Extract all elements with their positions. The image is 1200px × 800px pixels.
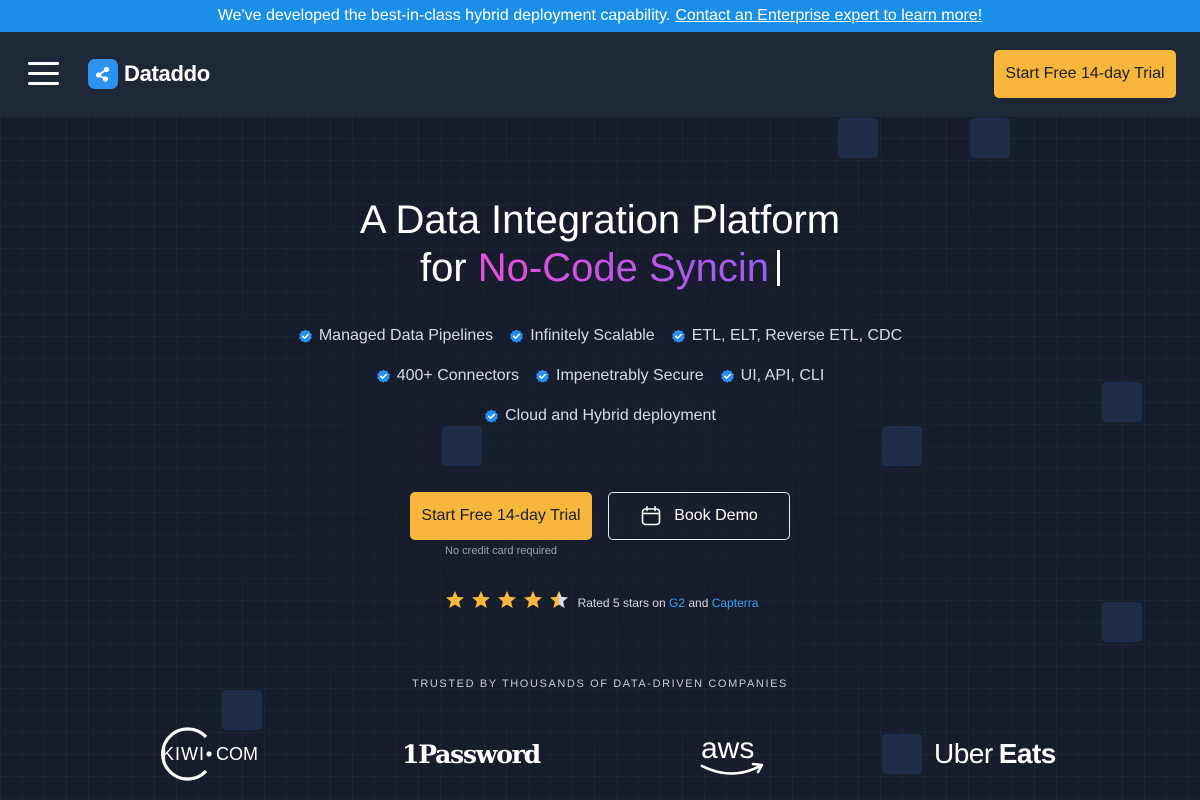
eats-logo-text: Eats bbox=[998, 738, 1057, 769]
feature-item: UI, API, CLI bbox=[720, 367, 825, 385]
feature-label: UI, API, CLI bbox=[740, 367, 825, 384]
feature-label: ETL, ELT, Reverse ETL, CDC bbox=[691, 327, 903, 344]
feature-row: Managed Data Pipelines Infinitely Scalabl… bbox=[0, 320, 1200, 352]
star-rating bbox=[442, 590, 572, 615]
feature-item: Cloud and Hybrid deployment bbox=[484, 407, 716, 425]
uber-logo-text: Uber bbox=[934, 738, 993, 769]
feature-item: Infinitely Scalable bbox=[509, 327, 655, 345]
feature-item: Impenetrably Secure bbox=[535, 367, 704, 385]
aws-logo-text: aws bbox=[701, 732, 754, 765]
verified-check-icon bbox=[376, 369, 390, 383]
verified-check-icon bbox=[510, 329, 524, 343]
hero-title-highlight: No-Code Syncin bbox=[477, 246, 770, 290]
kiwi-logo-com: COM bbox=[216, 744, 258, 764]
verified-check-icon bbox=[536, 369, 549, 383]
announcement-link[interactable]: Contact an Enterprise expert to learn mo… bbox=[675, 7, 982, 25]
star-icon bbox=[523, 590, 543, 615]
decor-square bbox=[838, 118, 878, 158]
star-icon bbox=[471, 590, 491, 615]
nav-start-trial-button[interactable]: Start Free 14-day Trial bbox=[994, 50, 1176, 98]
feature-item: ETL, ELT, Reverse ETL, CDC bbox=[671, 327, 902, 345]
book-demo-button[interactable]: Book Demo bbox=[608, 492, 790, 540]
start-trial-button[interactable]: Start Free 14-day Trial bbox=[410, 492, 592, 540]
calendar-icon bbox=[641, 505, 661, 526]
feature-label: Impenetrably Secure bbox=[556, 367, 704, 384]
hero-title-prefix: for bbox=[419, 246, 467, 290]
brand-logo[interactable]: Dataddo bbox=[88, 59, 210, 89]
dataddo-logo-icon bbox=[88, 59, 118, 89]
star-icon bbox=[445, 590, 465, 615]
g2-link[interactable]: G2 bbox=[669, 596, 685, 610]
feature-item: 400+ Connectors bbox=[376, 367, 519, 385]
decor-square bbox=[970, 118, 1010, 158]
brand-name: Dataddo bbox=[124, 61, 210, 86]
verified-check-icon bbox=[298, 329, 312, 343]
book-demo-label: Book Demo bbox=[674, 507, 758, 524]
kiwi-logo: KIWI COM bbox=[150, 722, 260, 786]
uber-eats-logo: Uber Eats bbox=[934, 722, 1056, 786]
hero-title-line1: A Data Integration Platform bbox=[359, 198, 841, 242]
verified-check-icon bbox=[720, 369, 734, 383]
star-icon bbox=[549, 590, 569, 615]
star-icon bbox=[497, 590, 517, 615]
no-credit-card-note: No credit card required bbox=[445, 545, 557, 557]
announcement-bar: We've developed the best-in-class hybrid… bbox=[0, 0, 1200, 32]
hero-title-line2: for No-Code Syncin bbox=[0, 244, 1200, 292]
rating-and: and bbox=[688, 595, 709, 610]
hamburger-icon[interactable] bbox=[28, 62, 60, 86]
feature-item: Managed Data Pipelines bbox=[298, 327, 493, 345]
feature-row: 400+ Connectors Impenetrably Secure UI, AP… bbox=[0, 360, 1200, 392]
capterra-link[interactable]: Capterra bbox=[712, 596, 759, 610]
feature-label: 400+ Connectors bbox=[396, 367, 520, 384]
hero-title: A Data Integration Platform for No-Code … bbox=[0, 196, 1200, 292]
navbar: Dataddo Start Free 14-day Trial bbox=[0, 32, 1200, 116]
customer-logos: KIWI COM 1Password aws Uber Eats bbox=[0, 722, 1200, 786]
rating-label: Rated 5 stars on bbox=[577, 595, 666, 610]
rating-row: Rated 5 stars on G2 and Capterra bbox=[0, 590, 1200, 615]
feature-row: Cloud and Hybrid deployment bbox=[0, 400, 1200, 432]
typing-caret bbox=[777, 250, 781, 286]
verified-check-icon bbox=[485, 409, 498, 423]
feature-label: Cloud and Hybrid deployment bbox=[505, 407, 716, 424]
aws-logo: aws bbox=[698, 722, 768, 786]
1password-logo: 1Password bbox=[402, 722, 541, 786]
feature-label: Managed Data Pipelines bbox=[318, 327, 494, 344]
kiwi-logo-text: KIWI bbox=[162, 744, 205, 764]
verified-check-icon bbox=[671, 329, 685, 343]
trusted-heading: TRUSTED BY THOUSANDS OF DATA-DRIVEN COMP… bbox=[412, 678, 788, 690]
rating-text: Rated 5 stars on G2 and Capterra bbox=[578, 596, 759, 610]
feature-label: Infinitely Scalable bbox=[530, 327, 655, 344]
announcement-text: We've developed the best-in-class hybrid… bbox=[217, 7, 671, 24]
feature-list: Managed Data Pipelines Infinitely Scalabl… bbox=[0, 320, 1200, 440]
1password-logo-text: 1Password bbox=[402, 739, 541, 769]
